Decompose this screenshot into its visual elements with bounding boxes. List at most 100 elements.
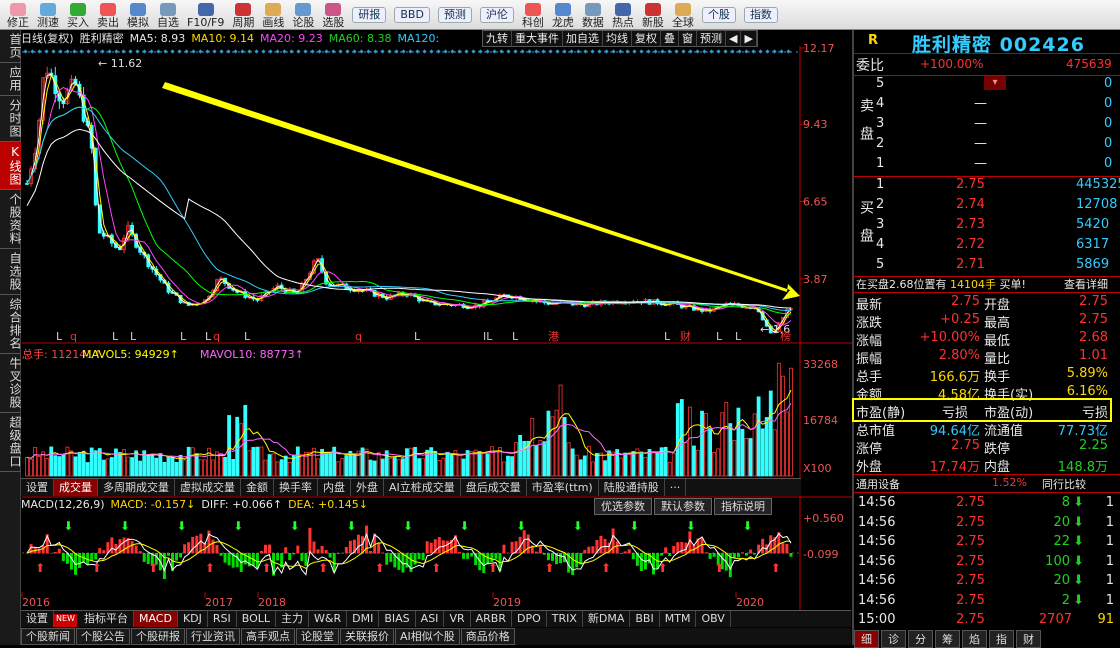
toolbar-button[interactable]: 研报: [349, 1, 389, 29]
indicator-tab[interactable]: MTM: [660, 611, 697, 627]
news-tab[interactable]: 个股研报: [131, 628, 185, 645]
chart-tool-button[interactable]: ▶: [741, 31, 757, 46]
event-marker[interactable]: IL: [483, 330, 493, 343]
indicator-tab[interactable]: 新DMA: [583, 611, 631, 627]
nav-tab[interactable]: 应用: [0, 63, 22, 96]
nav-tab[interactable]: 首页: [0, 30, 22, 63]
panel-tab[interactable]: 分: [908, 630, 933, 648]
indicator-tab[interactable]: BOLL: [237, 611, 277, 627]
news-tab[interactable]: 商品价格: [460, 628, 515, 645]
nav-tab[interactable]: 综合排名: [0, 295, 22, 354]
volume-tab[interactable]: 设置: [21, 479, 54, 496]
nav-tab[interactable]: 超级盘口: [0, 413, 22, 472]
event-marker[interactable]: 港: [548, 330, 559, 343]
volume-tab[interactable]: AI立桩成交量: [384, 479, 461, 496]
volume-tab[interactable]: 陆股通持股: [599, 479, 665, 496]
nav-tab[interactable]: 牛叉诊股: [0, 354, 22, 413]
panel-tab[interactable]: 指: [989, 630, 1014, 648]
indicator-tab[interactable]: DMI: [347, 611, 380, 627]
indicator-tab[interactable]: VR: [444, 611, 471, 627]
nav-tab[interactable]: K线图: [0, 142, 22, 190]
news-tab[interactable]: 个股新闻: [21, 628, 75, 645]
event-marker[interactable]: L: [735, 330, 742, 343]
indicator-tab[interactable]: ASI: [416, 611, 445, 627]
indicator-tab[interactable]: 指标平台: [79, 611, 134, 627]
nav-tab[interactable]: 个股资料: [0, 190, 22, 249]
view-detail-link[interactable]: 查看详细: [1064, 276, 1108, 292]
indicator-tab[interactable]: W&R: [309, 611, 348, 627]
volume-tab[interactable]: 内盘: [318, 479, 351, 496]
toolbar-button[interactable]: 数据: [579, 1, 607, 29]
news-tab[interactable]: AI相似个股: [395, 628, 460, 645]
indicator-tab[interactable]: MACD: [133, 611, 178, 627]
chart-tool-button[interactable]: 窗: [679, 31, 697, 46]
event-marker[interactable]: L: [130, 330, 137, 343]
toolbar-button[interactable]: 修正: [4, 1, 32, 29]
news-tab[interactable]: 关联报价: [340, 628, 394, 645]
toolbar-button[interactable]: 周期: [229, 1, 257, 29]
indicator-tab[interactable]: ARBR: [471, 611, 512, 627]
volume-tab[interactable]: 换手率: [274, 479, 318, 496]
toolbar-button[interactable]: 自选: [154, 1, 182, 29]
toolbar-button[interactable]: 个股: [699, 1, 739, 29]
panel-tab[interactable]: 焰: [962, 630, 987, 648]
toolbar-button[interactable]: 测速: [34, 1, 62, 29]
chart-tool-button[interactable]: 复权: [632, 31, 661, 46]
toolbar-button[interactable]: 新股: [639, 1, 667, 29]
toolbar-button[interactable]: F10/F9: [184, 1, 227, 29]
panel-tab[interactable]: 细: [854, 630, 879, 648]
chart-tool-button[interactable]: 均线: [603, 31, 632, 46]
event-marker[interactable]: 财: [680, 329, 691, 343]
indicator-tab[interactable]: 设置: [21, 611, 54, 627]
indicator-tab[interactable]: BIAS: [379, 611, 416, 627]
news-tab[interactable]: 论股堂: [296, 628, 339, 645]
event-marker[interactable]: L: [205, 330, 212, 343]
industry-name[interactable]: 通用设备: [856, 476, 900, 492]
toolbar-button[interactable]: 选股: [319, 1, 347, 29]
event-marker[interactable]: L: [180, 330, 187, 343]
volume-tab[interactable]: 盘后成交量: [461, 479, 527, 496]
volume-tab[interactable]: 多周期成交量: [98, 479, 175, 496]
event-marker[interactable]: L: [112, 330, 119, 343]
event-marker[interactable]: L: [244, 330, 251, 343]
event-marker[interactable]: L: [664, 330, 671, 343]
toolbar-button[interactable]: 卖出: [94, 1, 122, 29]
compare-link[interactable]: 同行比较: [1042, 476, 1086, 492]
news-tab[interactable]: 高手观点: [241, 628, 295, 645]
event-marker[interactable]: q: [355, 330, 362, 343]
indicator-tab[interactable]: DPO: [512, 611, 547, 627]
indicator-tab[interactable]: RSI: [208, 611, 237, 627]
indicator-tab[interactable]: KDJ: [178, 611, 208, 627]
toolbar-button[interactable]: 模拟: [124, 1, 152, 29]
chart-tool-button[interactable]: 叠: [661, 31, 679, 46]
toolbar-button[interactable]: 预测: [435, 1, 475, 29]
indicator-tab[interactable]: BBI: [630, 611, 660, 627]
macd-button[interactable]: 指标说明: [714, 498, 772, 515]
toolbar-button[interactable]: 指数: [741, 1, 781, 29]
volume-tab[interactable]: 金额: [241, 479, 274, 496]
macd-button[interactable]: 默认参数: [654, 498, 712, 515]
event-marker[interactable]: L: [414, 330, 421, 343]
toolbar-button[interactable]: 全球: [669, 1, 697, 29]
nav-tab[interactable]: 分时图: [0, 96, 22, 142]
toolbar-button[interactable]: 画线: [259, 1, 287, 29]
event-marker[interactable]: 榜: [780, 329, 791, 343]
panel-tab[interactable]: 筹: [935, 630, 960, 648]
event-marker[interactable]: L: [512, 330, 519, 343]
volume-tab[interactable]: 外盘: [351, 479, 384, 496]
toolbar-button[interactable]: 热点: [609, 1, 637, 29]
nav-tab[interactable]: 自选股: [0, 249, 22, 295]
volume-tab[interactable]: 虚拟成交量: [175, 479, 241, 496]
indicator-tab[interactable]: 主力: [276, 611, 310, 627]
event-marker[interactable]: q: [70, 330, 77, 343]
toolbar-button[interactable]: 沪伦: [477, 1, 517, 29]
event-marker[interactable]: L: [56, 330, 63, 343]
chart-tool-button[interactable]: 九转: [483, 31, 512, 46]
news-tab[interactable]: 行业资讯: [186, 628, 240, 645]
toolbar-button[interactable]: 买入: [64, 1, 92, 29]
toolbar-button[interactable]: BBD: [391, 1, 433, 29]
volume-tab[interactable]: 市盈率(ttm): [527, 479, 599, 496]
event-marker[interactable]: q: [213, 330, 220, 343]
big-order-info[interactable]: 在买盘2.68位置有 14104手 买单!: [856, 276, 1026, 292]
panel-tab[interactable]: 财: [1016, 630, 1041, 648]
